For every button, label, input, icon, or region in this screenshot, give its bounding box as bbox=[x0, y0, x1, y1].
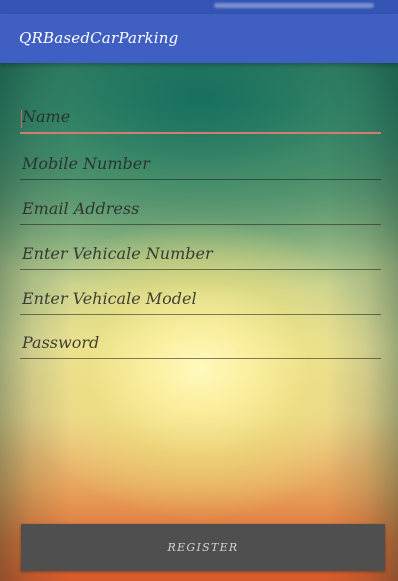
password-field[interactable] bbox=[20, 330, 383, 359]
register-button[interactable]: REGISTER bbox=[21, 524, 385, 571]
name-input[interactable] bbox=[20, 104, 383, 130]
password-input[interactable] bbox=[20, 330, 383, 356]
mobile-number-input[interactable] bbox=[20, 151, 383, 177]
status-bar bbox=[0, 0, 398, 14]
mobile-number-field[interactable] bbox=[20, 151, 383, 180]
vehicle-number-input[interactable] bbox=[20, 241, 383, 267]
email-address-input[interactable] bbox=[20, 196, 383, 222]
registration-form bbox=[0, 63, 398, 518]
email-address-field[interactable] bbox=[20, 196, 383, 225]
text-cursor bbox=[21, 110, 22, 128]
vehicle-model-field[interactable] bbox=[20, 286, 383, 315]
vehicle-number-field[interactable] bbox=[20, 241, 383, 270]
name-field[interactable] bbox=[20, 104, 383, 134]
vehicle-model-input[interactable] bbox=[20, 286, 383, 312]
registration-content: REGISTER bbox=[0, 63, 398, 581]
android-app-screen: QRBasedCarParking REGISTER bbox=[0, 0, 398, 581]
app-title: QRBasedCarParking bbox=[19, 29, 179, 47]
app-bar: QRBasedCarParking bbox=[0, 14, 398, 63]
